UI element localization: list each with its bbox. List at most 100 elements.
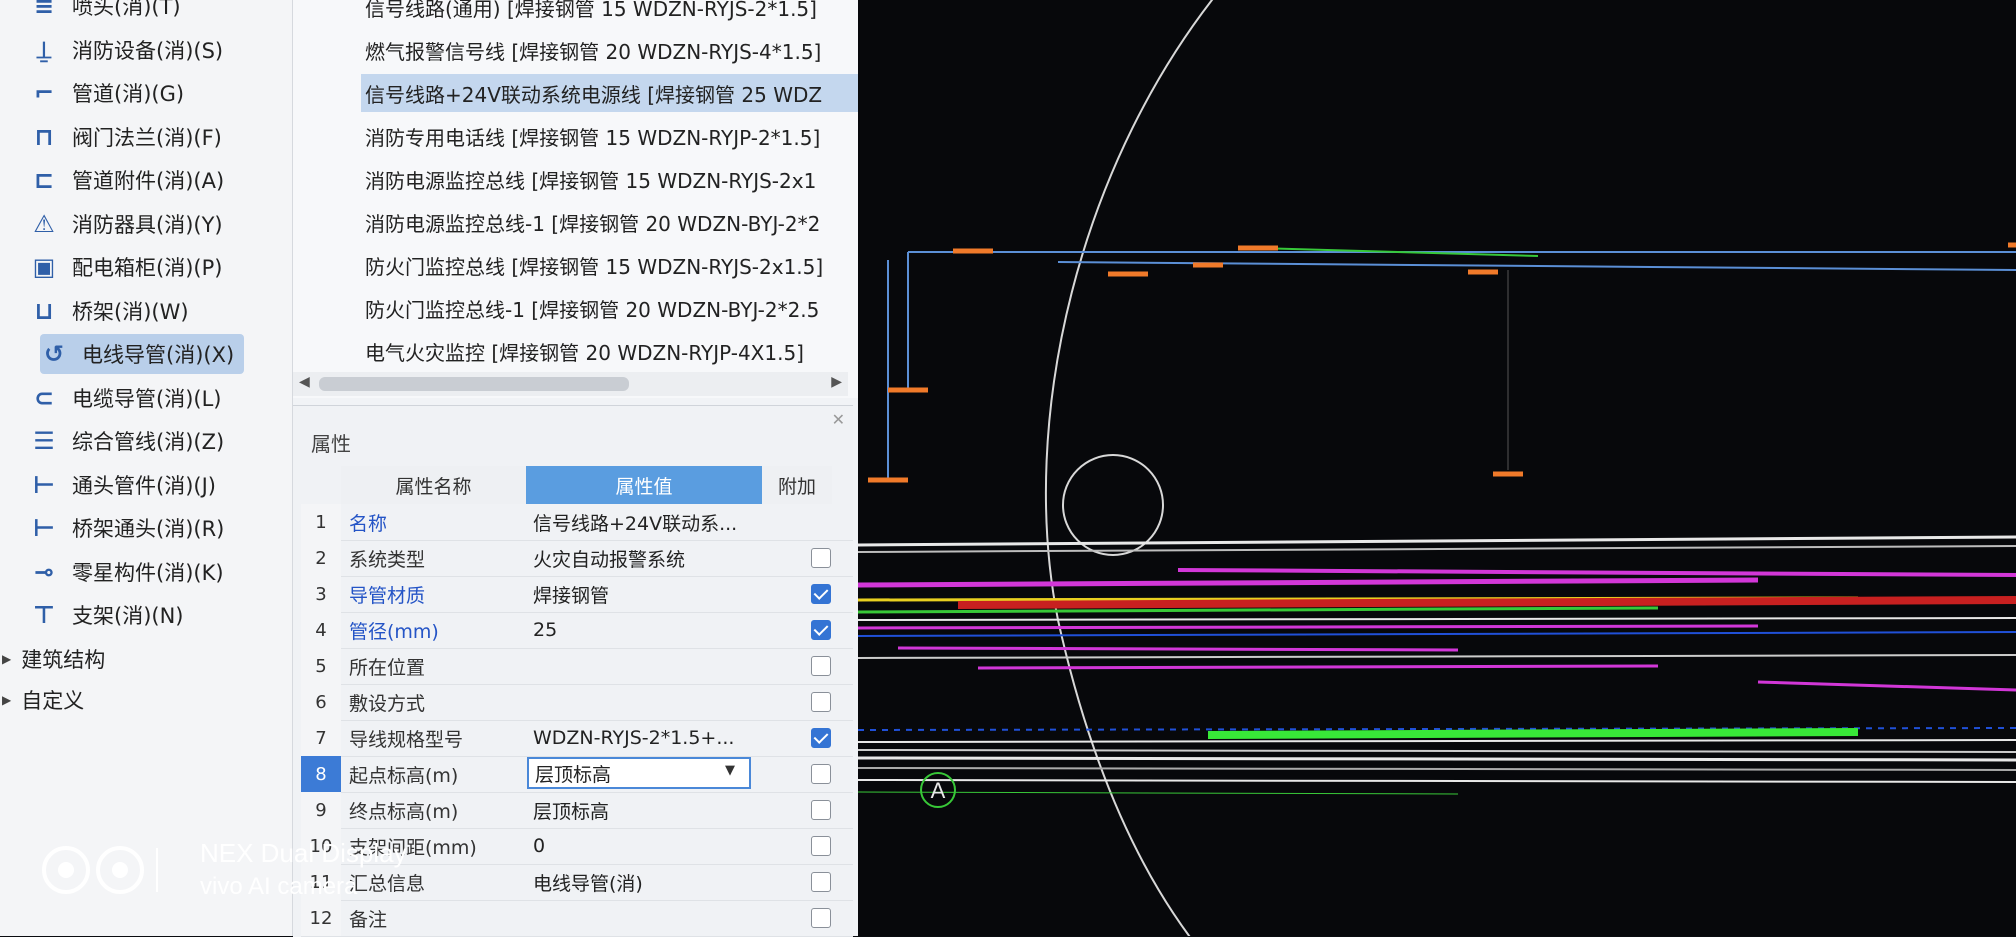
property-row[interactable]: 4 管径(mm) 25	[301, 612, 853, 649]
cad-drawing[interactable]: A	[858, 0, 2016, 936]
extra-checkbox[interactable]	[811, 872, 831, 892]
header-property-name[interactable]: 属性名称	[341, 466, 526, 504]
tree-item[interactable]: ▣ 配电箱柜(消)(P)	[30, 247, 223, 287]
chevron-down-icon[interactable]: ▼	[725, 763, 735, 778]
row-number[interactable]: 4	[301, 612, 341, 648]
property-row[interactable]: 7 导线规格型号 WDZN-RYJS-2*1.5+...	[301, 720, 853, 757]
scroll-right-arrow-icon[interactable]: ▶	[831, 374, 842, 390]
property-value[interactable]: 焊接钢管	[533, 576, 759, 612]
row-number[interactable]: 6	[301, 684, 341, 720]
expand-arrow-icon[interactable]: ▶	[2, 693, 11, 707]
property-row[interactable]: 2 系统类型 火灾自动报警系统	[301, 540, 853, 577]
property-row[interactable]: 8 起点标高(m) 层顶标高 ▼	[301, 756, 853, 793]
row-number[interactable]: 9	[301, 792, 341, 828]
property-value[interactable]: 电线导管(消)	[533, 864, 759, 900]
list-item[interactable]: 电气火灾监控 [焊接钢管 20 WDZN-RYJP-4X1.5]	[365, 332, 804, 370]
property-value[interactable]: 火灾自动报警系统	[533, 540, 759, 576]
extra-checkbox[interactable]	[811, 692, 831, 712]
properties-title: 属性	[311, 432, 351, 456]
tree-item[interactable]: ⊂ 电缆导管(消)(L)	[30, 378, 222, 418]
tree-item[interactable]: ⊤ 支架(消)(N)	[30, 595, 183, 635]
row-number[interactable]: 5	[301, 648, 341, 684]
wall-line	[858, 545, 2016, 553]
extra-checkbox[interactable]	[811, 584, 831, 604]
list-item[interactable]: 信号线路(通用) [焊接钢管 15 WDZN-RYJS-2*1.5]	[365, 0, 817, 26]
property-row[interactable]: 1 名称 信号线路+24V联动系...	[301, 504, 853, 541]
list-item[interactable]: 防火门监控总线-1 [焊接钢管 20 WDZN-BYJ-2*2.5	[365, 289, 819, 327]
tree-item[interactable]: ⊏ 管道附件(消)(A)	[30, 160, 224, 200]
extra-checkbox[interactable]	[811, 548, 831, 568]
tree-item-label: 通头管件(消)(J)	[72, 473, 216, 498]
tree-item[interactable]: ⍊ 消防设备(消)(S)	[30, 30, 223, 70]
list-item[interactable]: 燃气报警信号线 [焊接钢管 20 WDZN-RYJS-4*1.5]	[365, 31, 821, 69]
row-number[interactable]: 1	[301, 504, 341, 540]
tree-group[interactable]: ▶ 自定义	[2, 680, 84, 720]
tree-item[interactable]: ⚠ 消防器具(消)(Y)	[30, 204, 222, 244]
extra-checkbox[interactable]	[811, 800, 831, 820]
close-icon[interactable]: ✕	[832, 410, 845, 429]
scroll-left-arrow-icon[interactable]: ◀	[299, 374, 310, 390]
tree-item[interactable]: ⊔ 桥架(消)(W)	[30, 291, 188, 331]
fitting-icon: ⊢	[33, 470, 55, 499]
expand-arrow-icon[interactable]: ▶	[2, 652, 11, 666]
tree-item[interactable]: ⌐ 管道(消)(G)	[30, 73, 184, 113]
camera-logo-icon	[42, 845, 158, 894]
tree-item[interactable]: ↺ 电线导管(消)(X)	[40, 334, 245, 374]
property-value-text: 层顶标高	[533, 800, 610, 823]
scrollbar-thumb[interactable]	[319, 377, 629, 391]
property-name: 终点标高(m)	[349, 800, 459, 823]
property-value[interactable]: WDZN-RYJS-2*1.5+...	[533, 720, 759, 756]
cad-viewport[interactable]: A	[858, 0, 2016, 936]
list-item[interactable]: 消防电源监控总线 [焊接钢管 15 WDZN-RYJS-2x1	[365, 160, 816, 198]
tree-group-label: 建筑结构	[21, 647, 106, 672]
property-value[interactable]	[533, 900, 759, 936]
extra-checkbox[interactable]	[811, 728, 831, 748]
property-value[interactable]: 层顶标高	[533, 792, 759, 828]
property-row[interactable]: 6 敷设方式	[301, 684, 853, 721]
header-extra[interactable]: 附加	[762, 466, 832, 504]
header-property-value[interactable]: 属性值	[526, 466, 762, 504]
property-value-dropdown[interactable]: 层顶标高 ▼	[527, 757, 751, 789]
property-row[interactable]: 12 备注	[301, 900, 853, 937]
row-number[interactable]: 7	[301, 720, 341, 756]
tree-item[interactable]: ⊢ 桥架通头(消)(R)	[30, 508, 224, 548]
row-number[interactable]: 3	[301, 576, 341, 612]
list-horizontal-scrollbar[interactable]: ◀ ▶	[293, 372, 848, 396]
tree-item[interactable]: ≡ 喷头(消)(T)	[30, 0, 181, 26]
property-value-text: 信号线路+24V联动系...	[533, 512, 738, 535]
wall-line	[858, 535, 2016, 547]
tree-item-label: 消防设备(消)(S)	[72, 38, 224, 63]
property-name: 导管材质	[349, 584, 426, 607]
large-arc	[1045, 0, 1214, 936]
extra-checkbox[interactable]	[811, 764, 831, 784]
property-name: 管径(mm)	[349, 620, 439, 643]
fire-equipment-icon: ⍊	[36, 35, 52, 64]
tree-group[interactable]: ▶ 建筑结构	[2, 639, 105, 679]
property-value[interactable]: 25	[533, 612, 759, 648]
property-row[interactable]: 9 终点标高(m) 层顶标高	[301, 792, 853, 829]
tree-item[interactable]: ☰ 综合管线(消)(Z)	[30, 421, 224, 461]
cable-tray-icon: ⊔	[34, 296, 54, 325]
combined-pipeline-icon: ☰	[33, 427, 55, 455]
property-row[interactable]: 3 导管材质 焊接钢管	[301, 576, 853, 613]
tree-item[interactable]: ⊢ 通头管件(消)(J)	[30, 465, 216, 505]
extra-checkbox[interactable]	[811, 656, 831, 676]
row-number[interactable]: 8	[301, 756, 341, 792]
list-item[interactable]: 消防专用电话线 [焊接钢管 15 WDZN-RYJP-2*1.5]	[365, 117, 820, 155]
tree-item[interactable]: ⊸ 零星构件(消)(K)	[30, 552, 224, 592]
property-value[interactable]: 信号线路+24V联动系...	[533, 504, 759, 540]
row-number[interactable]: 2	[301, 540, 341, 576]
list-item[interactable]: 信号线路+24V联动系统电源线 [焊接钢管 25 WDZ	[361, 74, 858, 112]
tree-item[interactable]: ⊓ 阀门法兰(消)(F)	[30, 117, 221, 157]
tree-item-label: 电线导管(消)(X)	[82, 343, 235, 367]
extra-checkbox[interactable]	[811, 620, 831, 640]
property-value[interactable]	[533, 648, 759, 684]
list-item[interactable]: 防火门监控总线 [焊接钢管 15 WDZN-RYJS-2x1.5]	[365, 246, 823, 284]
property-value[interactable]	[533, 684, 759, 720]
extra-checkbox[interactable]	[811, 908, 831, 928]
property-value[interactable]: 0	[533, 828, 759, 864]
extra-checkbox[interactable]	[811, 836, 831, 856]
row-number[interactable]: 12	[301, 900, 341, 936]
list-item[interactable]: 消防电源监控总线-1 [焊接钢管 20 WDZN-BYJ-2*2	[365, 203, 820, 241]
property-row[interactable]: 5 所在位置	[301, 648, 853, 685]
